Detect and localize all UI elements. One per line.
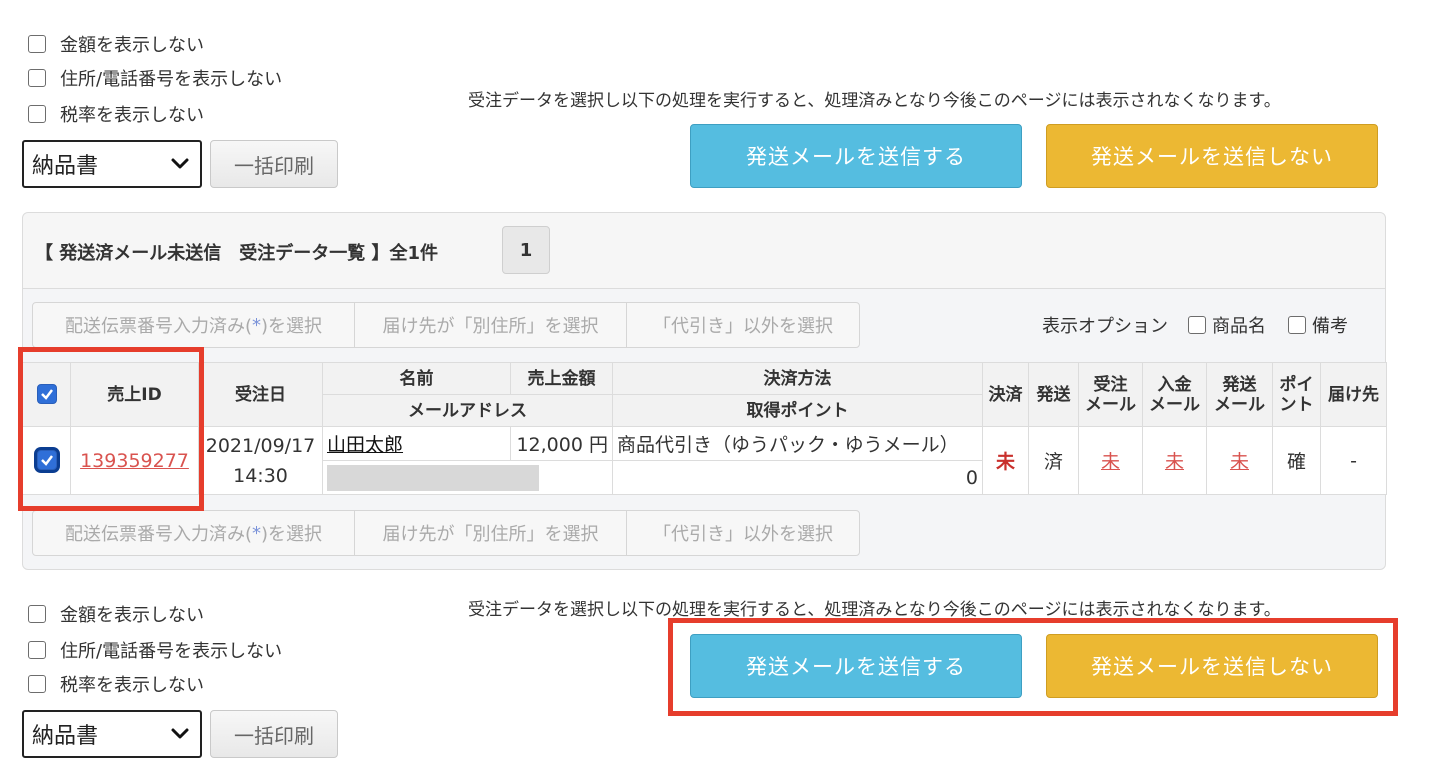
row-point: 確	[1272, 426, 1321, 495]
payment-mail-link[interactable]: 未	[1165, 451, 1184, 473]
option-hide-address-bottom[interactable]: 住所/電話番号を表示しない	[28, 637, 282, 663]
row-name-cell: 山田太郎	[322, 426, 511, 461]
row-email-cell	[322, 460, 613, 495]
option-hide-tax[interactable]: 税率を表示しない	[28, 101, 204, 127]
select-slip-entered-star: *	[252, 522, 261, 544]
display-option-remarks: 備考	[1312, 316, 1348, 337]
send-ship-mail-button[interactable]: 発送メールを送信する	[690, 124, 1022, 188]
select-other-address-button-bottom[interactable]: 届け先が「別住所」を選択	[355, 511, 627, 555]
highlight-box-buttons	[668, 618, 1398, 716]
chevron-down-icon	[171, 158, 189, 169]
checkbox-hide-address[interactable]	[28, 69, 46, 87]
checkbox-hide-address-bottom[interactable]	[28, 641, 46, 659]
select-button-group-bottom: 配送伝票番号入力済み(*)を選択 届け先が「別住所」を選択 「代引き」以外を選択	[32, 510, 860, 556]
header-payment-mail-1: 入金	[1157, 374, 1192, 395]
select-slip-entered-suffix: )を選択	[261, 524, 323, 545]
document-type-select[interactable]: 納品書	[22, 140, 202, 188]
row-destination: -	[1320, 426, 1387, 495]
display-options: 表示オプション 商品名 備考	[1042, 312, 1348, 338]
document-type-value: 納品書	[32, 154, 99, 179]
order-date: 2021/09/17	[205, 434, 316, 457]
header-payment-mail-2: メール	[1149, 394, 1200, 415]
checkbox-product-name[interactable]	[1188, 316, 1206, 334]
settled-status: 未	[995, 451, 1015, 473]
select-slip-entered-button-bottom[interactable]: 配送伝票番号入力済み(*)を選択	[33, 511, 355, 555]
option-hide-amount-label: 金額を表示しない	[60, 605, 204, 626]
email-redacted	[327, 464, 539, 491]
checkbox-hide-amount-bottom[interactable]	[28, 605, 46, 623]
row-payment-method: 商品代引き（ゆうパック・ゆうメール）	[612, 426, 983, 461]
row-order-date-cell: 2021/09/17 14:30	[198, 426, 323, 495]
header-order-date: 受注日	[198, 362, 323, 427]
row-ship-mail-cell: 未	[1206, 426, 1273, 495]
option-hide-tax-label: 税率を表示しない	[60, 105, 204, 126]
row-shipped: 済	[1028, 426, 1079, 495]
bulk-print-button[interactable]: 一括印刷	[210, 140, 338, 188]
customer-name-link[interactable]: 山田太郎	[327, 434, 403, 456]
option-hide-amount-label: 金額を表示しない	[60, 35, 204, 56]
header-email: メールアドレス	[322, 394, 613, 427]
header-points-earned: 取得ポイント	[612, 394, 983, 427]
panel-header: 【 発送済メール未送信 受注データ一覧 】全1件	[23, 213, 1385, 289]
header-point-2: ント	[1279, 394, 1314, 415]
select-slip-entered-button[interactable]: 配送伝票番号入力済み(*)を選択	[33, 303, 355, 347]
select-button-group-top: 配送伝票番号入力済み(*)を選択 届け先が「別住所」を選択 「代引き」以外を選択	[32, 302, 860, 348]
header-shipped: 発送	[1028, 362, 1079, 427]
row-payment-mail-cell: 未	[1142, 426, 1207, 495]
select-non-cod-button[interactable]: 「代引き」以外を選択	[627, 303, 859, 347]
header-destination: 届け先	[1320, 362, 1387, 427]
header-settled: 決済	[982, 362, 1029, 427]
option-hide-address-label: 住所/電話番号を表示しない	[60, 641, 283, 662]
option-hide-tax-bottom[interactable]: 税率を表示しない	[28, 671, 204, 697]
no-send-ship-mail-button[interactable]: 発送メールを送信しない	[1046, 124, 1378, 188]
select-non-cod-button-bottom[interactable]: 「代引き」以外を選択	[627, 511, 859, 555]
header-order-mail-1: 受注	[1093, 374, 1128, 395]
table-row: 139359277 2021/09/17 14:30 山田太郎 12,000 円…	[22, 426, 1387, 495]
select-slip-entered-prefix: 配送伝票番号入力済み(	[64, 524, 252, 545]
header-point: ポイ ント	[1272, 362, 1321, 427]
checkbox-hide-tax-bottom[interactable]	[28, 675, 46, 693]
header-order-mail: 受注 メール	[1078, 362, 1143, 427]
option-hide-address[interactable]: 住所/電話番号を表示しない	[28, 65, 282, 91]
select-slip-entered-prefix: 配送伝票番号入力済み(	[64, 316, 252, 337]
ship-mail-link[interactable]: 未	[1230, 451, 1249, 473]
header-payment-mail: 入金 メール	[1142, 362, 1207, 427]
header-ship-mail: 発送 メール	[1206, 362, 1273, 427]
option-hide-address-label: 住所/電話番号を表示しない	[60, 69, 283, 90]
checkbox-hide-amount[interactable]	[28, 35, 46, 53]
header-point-1: ポイ	[1279, 374, 1314, 395]
header-ship-mail-2: メール	[1214, 394, 1265, 415]
header-name: 名前	[322, 362, 511, 395]
chevron-down-icon	[171, 728, 189, 739]
order-time: 14:30	[233, 464, 288, 487]
header-order-mail-2: メール	[1085, 394, 1136, 415]
notice-text-bottom: 受注データを選択し以下の処理を実行すると、処理済みとなり今後このページには表示さ…	[468, 600, 1281, 620]
checkbox-hide-tax[interactable]	[28, 105, 46, 123]
document-type-value: 納品書	[32, 724, 99, 749]
display-option-product-name: 商品名	[1212, 316, 1266, 337]
checkbox-remarks[interactable]	[1288, 316, 1306, 334]
header-amount: 売上金額	[510, 362, 613, 395]
header-ship-mail-1: 発送	[1222, 374, 1257, 395]
select-other-address-button[interactable]: 届け先が「別住所」を選択	[355, 303, 627, 347]
highlight-box-row	[18, 347, 204, 511]
display-option-label: 表示オプション	[1042, 316, 1168, 337]
option-hide-amount-bottom[interactable]: 金額を表示しない	[28, 601, 204, 627]
row-points: 0	[612, 460, 983, 495]
document-type-select-bottom[interactable]: 納品書	[22, 710, 202, 758]
row-settled-cell: 未	[982, 426, 1029, 495]
order-table: 売上ID 受注日 名前 売上金額 決済方法 決済 発送 受注 メール 入金 メール …	[22, 362, 1387, 495]
select-slip-entered-suffix: )を選択	[261, 316, 323, 337]
bulk-print-button-bottom[interactable]: 一括印刷	[210, 710, 338, 758]
row-amount: 12,000 円	[510, 426, 613, 461]
select-slip-entered-star: *	[252, 314, 261, 336]
option-hide-tax-label: 税率を表示しない	[60, 675, 204, 696]
header-payment-method: 決済方法	[612, 362, 983, 395]
page-number[interactable]: 1	[502, 226, 550, 274]
option-hide-amount[interactable]: 金額を表示しない	[28, 31, 204, 57]
notice-text: 受注データを選択し以下の処理を実行すると、処理済みとなり今後このページには表示さ…	[468, 91, 1281, 111]
panel-title: 【 発送済メール未送信 受注データ一覧 】全1件	[35, 243, 439, 264]
order-mail-link[interactable]: 未	[1101, 451, 1120, 473]
row-order-mail-cell: 未	[1078, 426, 1143, 495]
